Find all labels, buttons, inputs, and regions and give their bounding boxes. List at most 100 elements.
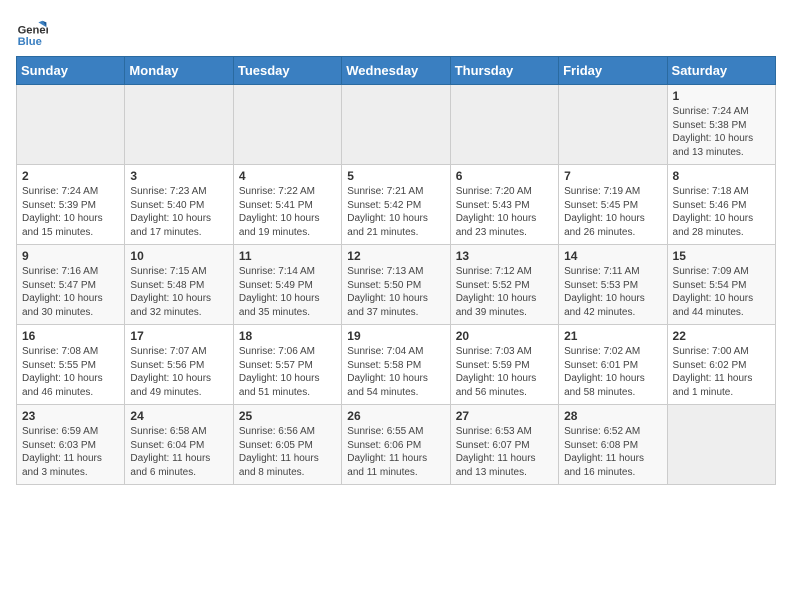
calendar-cell: 12 Sunrise: 7:13 AM Sunset: 5:50 PM Dayli…	[342, 245, 450, 325]
calendar-cell	[667, 405, 775, 485]
day-number: 2	[22, 169, 119, 183]
day-number: 4	[239, 169, 336, 183]
week-row-3: 9Sunrise: 7:16 AM Sunset: 5:47 PM Daylig…	[17, 245, 776, 325]
weekday-header-thursday: Thursday	[450, 57, 558, 85]
day-info: Sunrise: 7:09 AM Sunset: 5:54 PM Dayligh…	[673, 265, 770, 319]
day-number: 28	[564, 409, 661, 423]
week-row-5: 23 Sunrise: 6:59 AM Sunset: 6:03 PM Dayli…	[17, 405, 776, 485]
calendar-cell: 4 Sunrise: 7:22 AM Sunset: 5:41 PM Daylig…	[233, 165, 341, 245]
day-info: Sunrise: 7:03 AM Sunset: 5:59 PM Dayligh…	[456, 345, 553, 399]
day-info: Sunrise: 7:02 AM Sunset: 6:01 PM Dayligh…	[564, 345, 661, 399]
page-header: General Blue	[16, 16, 776, 48]
day-info: Sunrise: 7:04 AM Sunset: 5:58 PM Dayligh…	[347, 345, 444, 399]
day-number: 8	[673, 169, 770, 183]
calendar-cell	[233, 85, 341, 165]
weekday-header-sunday: Sunday	[17, 57, 125, 85]
weekday-header-saturday: Saturday	[667, 57, 775, 85]
day-number: 9	[22, 249, 119, 263]
calendar-cell: 16 Sunrise: 7:08 AM Sunset: 5:55 PM Dayli…	[17, 325, 125, 405]
calendar-cell	[342, 85, 450, 165]
day-number: 1	[673, 89, 770, 103]
calendar-cell: 8 Sunrise: 7:18 AM Sunset: 5:46 PM Daylig…	[667, 165, 775, 245]
day-number: 15	[673, 249, 770, 263]
day-number: 16	[22, 329, 119, 343]
week-row-4: 16 Sunrise: 7:08 AM Sunset: 5:55 PM Dayli…	[17, 325, 776, 405]
day-number: 27	[456, 409, 553, 423]
weekday-header-tuesday: Tuesday	[233, 57, 341, 85]
day-number: 20	[456, 329, 553, 343]
day-info: Sunrise: 7:11 AM Sunset: 5:53 PM Dayligh…	[564, 265, 661, 319]
calendar-cell: 27 Sunrise: 6:53 AM Sunset: 6:07 PM Dayli…	[450, 405, 558, 485]
svg-text:Blue: Blue	[18, 36, 42, 48]
day-number: 18	[239, 329, 336, 343]
day-number: 22	[673, 329, 770, 343]
day-info: Sunrise: 6:59 AM Sunset: 6:03 PM Dayligh…	[22, 425, 119, 479]
day-number: 7	[564, 169, 661, 183]
calendar-cell: 20 Sunrise: 7:03 AM Sunset: 5:59 PM Dayli…	[450, 325, 558, 405]
svg-text:General: General	[18, 25, 48, 37]
day-number: 10	[130, 249, 227, 263]
day-info: Sunrise: 7:12 AM Sunset: 5:52 PM Dayligh…	[456, 265, 553, 319]
day-number: 14	[564, 249, 661, 263]
day-info: Sunrise: 7:21 AM Sunset: 5:42 PM Dayligh…	[347, 185, 444, 239]
day-number: 12	[347, 249, 444, 263]
day-number: 26	[347, 409, 444, 423]
day-number: 3	[130, 169, 227, 183]
day-info: Sunrise: 7:15 AM Sunset: 5:48 PM Dayligh…	[130, 265, 227, 319]
day-info: Sunrise: 7:06 AM Sunset: 5:57 PM Dayligh…	[239, 345, 336, 399]
calendar-table: SundayMondayTuesdayWednesdayThursdayFrid…	[16, 56, 776, 485]
day-info: Sunrise: 6:55 AM Sunset: 6:06 PM Dayligh…	[347, 425, 444, 479]
day-info: Sunrise: 7:18 AM Sunset: 5:46 PM Dayligh…	[673, 185, 770, 239]
calendar-cell: 13 Sunrise: 7:12 AM Sunset: 5:52 PM Dayli…	[450, 245, 558, 325]
week-row-1: 1 Sunrise: 7:24 AM Sunset: 5:38 PM Daylig…	[17, 85, 776, 165]
day-info: Sunrise: 7:24 AM Sunset: 5:38 PM Dayligh…	[673, 105, 770, 159]
calendar-cell: 14 Sunrise: 7:11 AM Sunset: 5:53 PM Dayli…	[559, 245, 667, 325]
calendar-cell: 23 Sunrise: 6:59 AM Sunset: 6:03 PM Dayli…	[17, 405, 125, 485]
day-info: Sunrise: 7:13 AM Sunset: 5:50 PM Dayligh…	[347, 265, 444, 319]
calendar-cell	[125, 85, 233, 165]
weekday-header-row: SundayMondayTuesdayWednesdayThursdayFrid…	[17, 57, 776, 85]
day-info: Sunrise: 7:20 AM Sunset: 5:43 PM Dayligh…	[456, 185, 553, 239]
day-number: 23	[22, 409, 119, 423]
day-info: Sunrise: 6:53 AM Sunset: 6:07 PM Dayligh…	[456, 425, 553, 479]
calendar-cell: 10 Sunrise: 7:15 AM Sunset: 5:48 PM Dayli…	[125, 245, 233, 325]
day-number: 13	[456, 249, 553, 263]
calendar-cell: 18 Sunrise: 7:06 AM Sunset: 5:57 PM Dayli…	[233, 325, 341, 405]
day-number: 11	[239, 249, 336, 263]
calendar-cell: 7 Sunrise: 7:19 AM Sunset: 5:45 PM Daylig…	[559, 165, 667, 245]
calendar-cell: 11 Sunrise: 7:14 AM Sunset: 5:49 PM Dayli…	[233, 245, 341, 325]
day-number: 19	[347, 329, 444, 343]
day-number: 6	[456, 169, 553, 183]
day-number: 21	[564, 329, 661, 343]
calendar-cell: 5 Sunrise: 7:21 AM Sunset: 5:42 PM Daylig…	[342, 165, 450, 245]
calendar-cell: 21 Sunrise: 7:02 AM Sunset: 6:01 PM Dayli…	[559, 325, 667, 405]
day-info: Sunrise: 7:08 AM Sunset: 5:55 PM Dayligh…	[22, 345, 119, 399]
calendar-cell: 1 Sunrise: 7:24 AM Sunset: 5:38 PM Daylig…	[667, 85, 775, 165]
calendar-cell	[17, 85, 125, 165]
day-info: Sunrise: 7:14 AM Sunset: 5:49 PM Dayligh…	[239, 265, 336, 319]
calendar-cell: 9Sunrise: 7:16 AM Sunset: 5:47 PM Daylig…	[17, 245, 125, 325]
day-info: Sunrise: 7:07 AM Sunset: 5:56 PM Dayligh…	[130, 345, 227, 399]
day-info: Sunrise: 6:52 AM Sunset: 6:08 PM Dayligh…	[564, 425, 661, 479]
day-info: Sunrise: 7:00 AM Sunset: 6:02 PM Dayligh…	[673, 345, 770, 399]
day-number: 5	[347, 169, 444, 183]
calendar-cell	[450, 85, 558, 165]
calendar-cell: 24 Sunrise: 6:58 AM Sunset: 6:04 PM Dayli…	[125, 405, 233, 485]
calendar-cell: 19 Sunrise: 7:04 AM Sunset: 5:58 PM Dayli…	[342, 325, 450, 405]
calendar-cell: 6 Sunrise: 7:20 AM Sunset: 5:43 PM Daylig…	[450, 165, 558, 245]
day-info: Sunrise: 6:58 AM Sunset: 6:04 PM Dayligh…	[130, 425, 227, 479]
calendar-cell: 25 Sunrise: 6:56 AM Sunset: 6:05 PM Dayli…	[233, 405, 341, 485]
weekday-header-wednesday: Wednesday	[342, 57, 450, 85]
weekday-header-monday: Monday	[125, 57, 233, 85]
day-number: 24	[130, 409, 227, 423]
day-info: Sunrise: 7:19 AM Sunset: 5:45 PM Dayligh…	[564, 185, 661, 239]
day-info: Sunrise: 7:22 AM Sunset: 5:41 PM Dayligh…	[239, 185, 336, 239]
day-info: Sunrise: 6:56 AM Sunset: 6:05 PM Dayligh…	[239, 425, 336, 479]
calendar-cell: 17 Sunrise: 7:07 AM Sunset: 5:56 PM Dayli…	[125, 325, 233, 405]
week-row-2: 2Sunrise: 7:24 AM Sunset: 5:39 PM Daylig…	[17, 165, 776, 245]
day-number: 17	[130, 329, 227, 343]
calendar-cell: 15 Sunrise: 7:09 AM Sunset: 5:54 PM Dayli…	[667, 245, 775, 325]
day-info: Sunrise: 7:23 AM Sunset: 5:40 PM Dayligh…	[130, 185, 227, 239]
calendar-cell: 3 Sunrise: 7:23 AM Sunset: 5:40 PM Daylig…	[125, 165, 233, 245]
day-number: 25	[239, 409, 336, 423]
